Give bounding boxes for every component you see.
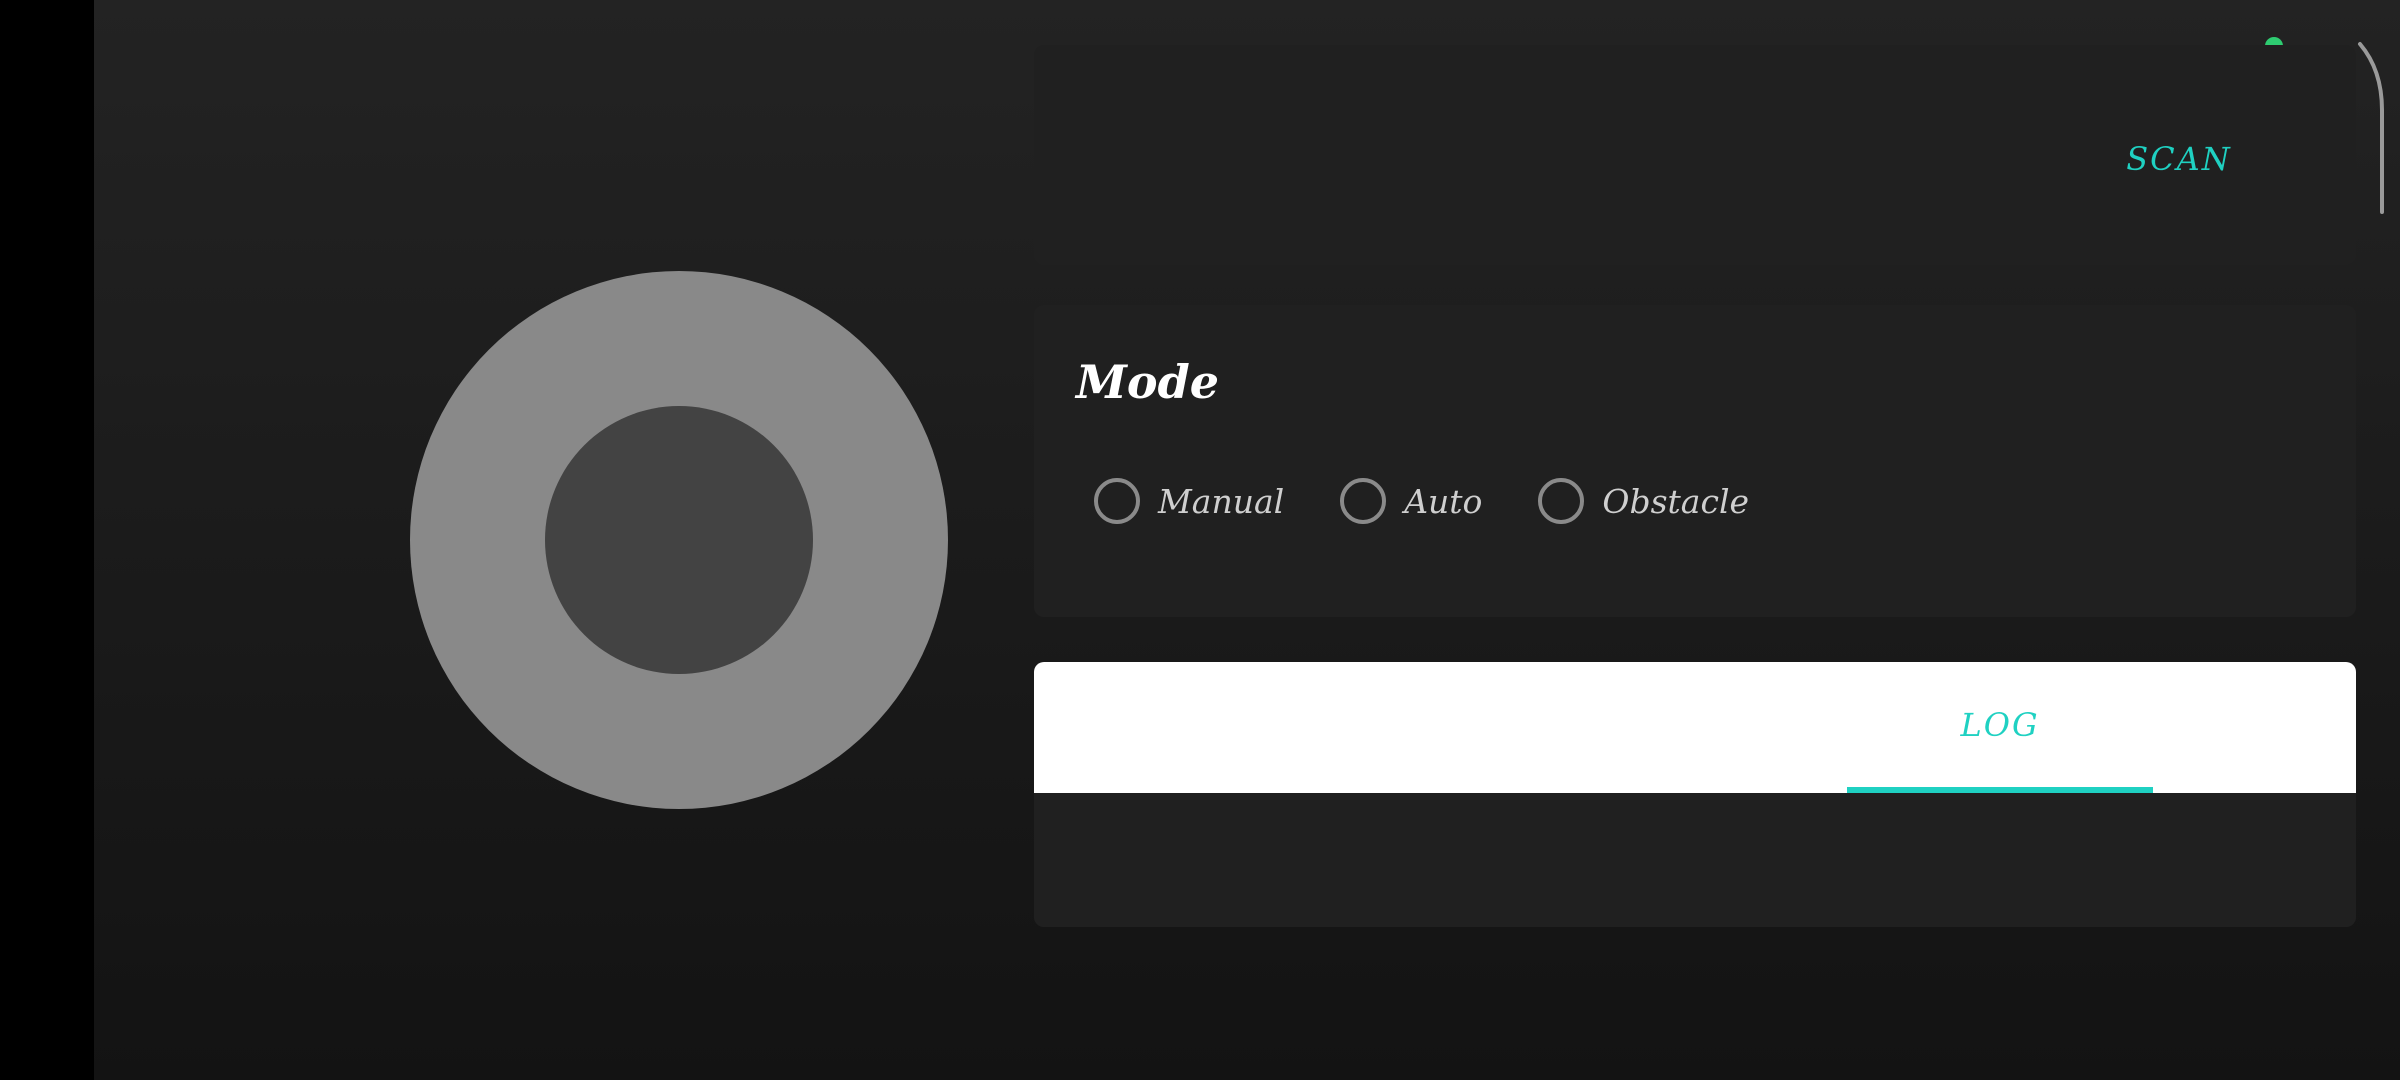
mode-option-obstacle[interactable]: Obstacle — [1538, 478, 1749, 524]
screen: SCAN Mode Manual Auto Obstacle LOG — [0, 0, 2400, 1080]
radio-unchecked-icon[interactable] — [1538, 478, 1585, 524]
edge-panel-handle-icon[interactable] — [2356, 40, 2386, 220]
tab-log-label: LOG — [1960, 706, 2040, 744]
mode-option-manual[interactable]: Manual — [1094, 478, 1284, 524]
mode-option-label: Manual — [1158, 481, 1285, 521]
log-card: LOG — [1034, 662, 2356, 927]
scan-button[interactable]: SCAN — [2114, 129, 2244, 189]
log-output — [1034, 793, 2356, 927]
mode-option-label: Obstacle — [1602, 481, 1750, 521]
joystick-base[interactable] — [410, 271, 948, 809]
log-tab-bar: LOG — [1034, 662, 2356, 793]
scan-card: SCAN — [1034, 45, 2356, 265]
radio-unchecked-icon[interactable] — [1340, 478, 1387, 524]
mode-option-auto[interactable]: Auto — [1340, 478, 1482, 524]
left-system-bar — [0, 0, 94, 1080]
tab-log[interactable]: LOG — [1847, 662, 2153, 793]
mode-radio-group: Manual Auto Obstacle — [1094, 478, 1805, 524]
mode-title: Mode — [1076, 355, 1220, 409]
mode-card: Mode Manual Auto Obstacle — [1034, 305, 2356, 617]
mode-option-label: Auto — [1404, 481, 1483, 521]
radio-unchecked-icon[interactable] — [1094, 478, 1140, 524]
joystick-knob[interactable] — [545, 406, 813, 674]
